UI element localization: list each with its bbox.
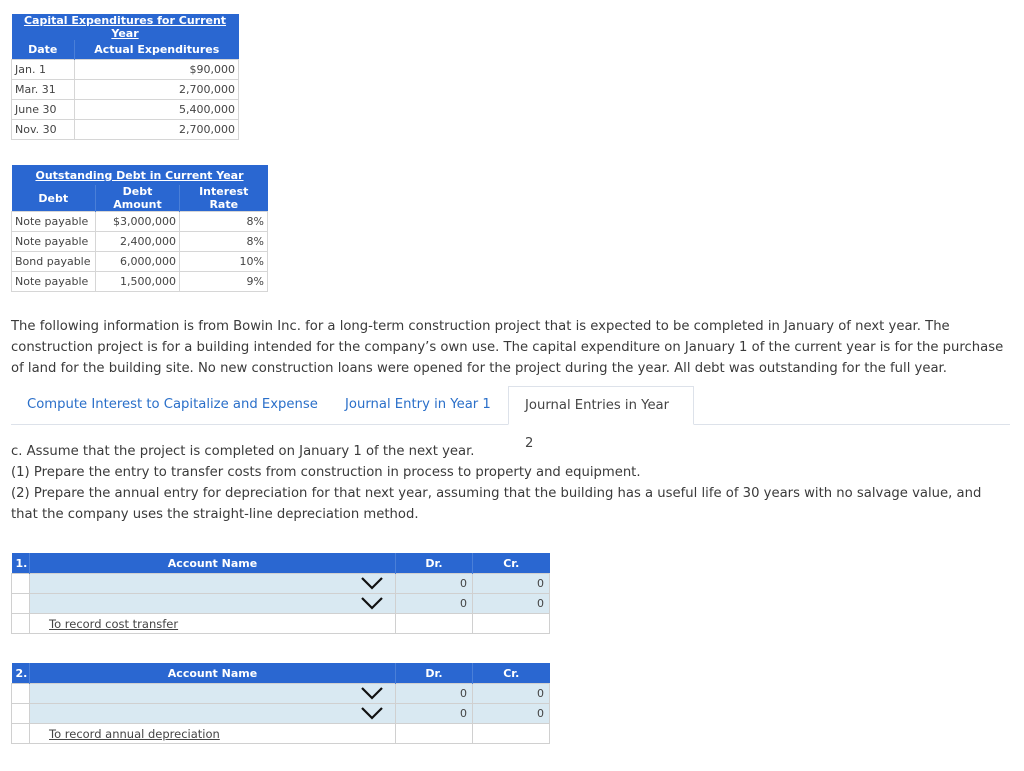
empty-cell — [395, 723, 473, 744]
table-row: 0 0 — [11, 573, 550, 594]
column-header-date: Date — [11, 40, 75, 60]
date-cell: Nov. 30 — [11, 119, 75, 140]
debt-cell: Note payable — [11, 271, 96, 292]
table-title: Capital Expenditures for Current Year — [11, 14, 239, 40]
tab-bar: Compute Interest to Capitalize and Expen… — [11, 386, 1010, 451]
account-select[interactable] — [29, 573, 396, 594]
row-marker — [11, 613, 30, 634]
row-marker — [11, 593, 30, 614]
amount-cell: 2,700,000 — [74, 79, 239, 100]
table-row: Note payable 2,400,000 8% — [11, 231, 268, 252]
amount-cell: $90,000 — [74, 59, 239, 80]
memo-cell: To record annual depreciation — [29, 723, 396, 744]
date-cell: Mar. 31 — [11, 79, 75, 100]
table-row: Jan. 1 $90,000 — [11, 59, 239, 80]
row-marker — [11, 703, 30, 724]
debit-input[interactable]: 0 — [395, 593, 473, 614]
row-marker — [11, 573, 30, 594]
debit-input[interactable]: 0 — [395, 683, 473, 704]
empty-cell — [472, 613, 550, 634]
table-row: Bond payable 6,000,000 10% — [11, 251, 268, 272]
debit-input[interactable]: 0 — [395, 703, 473, 724]
chevron-down-icon[interactable] — [361, 576, 383, 590]
memo-cell: To record cost transfer — [29, 613, 396, 634]
interest-rate-cell: 8% — [179, 231, 268, 252]
table-row: Nov. 30 2,700,000 — [11, 119, 239, 140]
instruction-line: (2) Prepare the annual entry for depreci… — [11, 486, 982, 522]
account-select[interactable] — [29, 703, 396, 724]
column-header-credit: Cr. — [472, 663, 550, 684]
tab-journal-entries-year-2[interactable]: Journal Entries in Year 2 — [508, 386, 694, 451]
column-header-debit: Dr. — [395, 663, 473, 684]
amount-cell: 5,400,000 — [74, 99, 239, 120]
journal-entry-table-1: 1. Account Name Dr. Cr. 0 0 0 0 To recor… — [11, 553, 550, 634]
chevron-down-icon[interactable] — [361, 596, 383, 610]
empty-cell — [472, 723, 550, 744]
debt-amount-cell: $3,000,000 — [95, 211, 180, 232]
table-row: Mar. 31 2,700,000 — [11, 79, 239, 100]
instruction-line: c. Assume that the project is completed … — [11, 444, 475, 459]
debt-amount-cell: 1,500,000 — [95, 271, 180, 292]
column-header-debt: Debt — [11, 185, 96, 212]
table-row: 0 0 — [11, 593, 550, 614]
entry-number: 1. — [11, 553, 30, 574]
debt-cell: Note payable — [11, 211, 96, 232]
debt-cell: Note payable — [11, 231, 96, 252]
table-row: 0 0 — [11, 703, 550, 724]
interest-rate-cell: 10% — [179, 251, 268, 272]
empty-cell — [395, 613, 473, 634]
account-select[interactable] — [29, 683, 396, 704]
tab-journal-entry-year-1[interactable]: Journal Entry in Year 1 — [329, 386, 507, 424]
interest-rate-cell: 8% — [179, 211, 268, 232]
debt-amount-cell: 2,400,000 — [95, 231, 180, 252]
column-header-credit: Cr. — [472, 553, 550, 574]
column-header-account-name: Account Name — [29, 553, 396, 574]
column-header-debit: Dr. — [395, 553, 473, 574]
outstanding-debt-table: Outstanding Debt in Current Year Debt De… — [11, 165, 268, 292]
chevron-down-icon[interactable] — [361, 686, 383, 700]
table-row: Note payable 1,500,000 9% — [11, 271, 268, 292]
memo-text: To record cost transfer — [49, 616, 179, 631]
interest-rate-cell: 9% — [179, 271, 268, 292]
memo-row: To record annual depreciation — [11, 723, 550, 744]
column-header-interest-rate: Interest Rate — [179, 185, 268, 212]
entry-number: 2. — [11, 663, 30, 684]
credit-input[interactable]: 0 — [472, 703, 550, 724]
date-cell: Jan. 1 — [11, 59, 75, 80]
date-cell: June 30 — [11, 99, 75, 120]
chevron-down-icon[interactable] — [361, 706, 383, 720]
row-marker — [11, 723, 30, 744]
tab-compute-interest[interactable]: Compute Interest to Capitalize and Expen… — [11, 386, 334, 424]
row-marker — [11, 683, 30, 704]
account-select[interactable] — [29, 593, 396, 614]
memo-text: To record annual depreciation — [49, 726, 220, 741]
column-header-actual-expenditures: Actual Expenditures — [74, 40, 239, 60]
table-title: Outstanding Debt in Current Year — [11, 165, 268, 185]
instruction-line: (1) Prepare the entry to transfer costs … — [11, 465, 641, 480]
table-row: June 30 5,400,000 — [11, 99, 239, 120]
debt-cell: Bond payable — [11, 251, 96, 272]
problem-description: The following information is from Bowin … — [11, 319, 1004, 376]
credit-input[interactable]: 0 — [472, 593, 550, 614]
instructions: c. Assume that the project is completed … — [11, 441, 1011, 525]
debit-input[interactable]: 0 — [395, 573, 473, 594]
journal-entry-table-2: 2. Account Name Dr. Cr. 0 0 0 0 To recor… — [11, 663, 550, 744]
column-header-account-name: Account Name — [29, 663, 396, 684]
credit-input[interactable]: 0 — [472, 683, 550, 704]
table-row: 0 0 — [11, 683, 550, 704]
column-header-debt-amount: Debt Amount — [95, 185, 180, 212]
credit-input[interactable]: 0 — [472, 573, 550, 594]
memo-row: To record cost transfer — [11, 613, 550, 634]
amount-cell: 2,700,000 — [74, 119, 239, 140]
capital-expenditures-table: Capital Expenditures for Current Year Da… — [11, 14, 239, 140]
debt-amount-cell: 6,000,000 — [95, 251, 180, 272]
table-row: Note payable $3,000,000 8% — [11, 211, 268, 232]
